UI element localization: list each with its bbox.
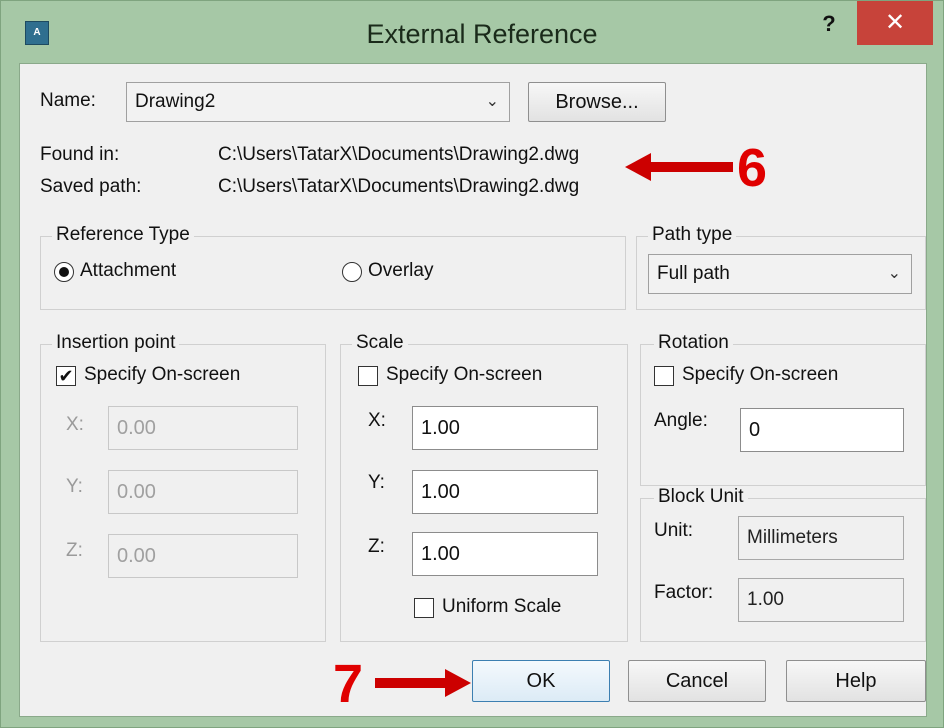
insertion-z-label: Z: xyxy=(66,540,83,561)
radio-selected-dot xyxy=(59,267,69,277)
ok-button[interactable]: OK xyxy=(472,660,610,702)
arrow-annotation-6 xyxy=(625,153,733,181)
attachment-radio[interactable] xyxy=(54,262,74,282)
scale-specify-label[interactable]: Specify On-screen xyxy=(386,364,542,386)
overlay-label[interactable]: Overlay xyxy=(368,260,433,282)
scale-specify-checkbox[interactable] xyxy=(358,366,378,386)
name-dropdown-value: Drawing2 xyxy=(135,91,216,112)
chevron-down-icon: ⌄ xyxy=(887,265,901,282)
insertion-y-input[interactable]: 0.00 xyxy=(108,470,298,514)
path-type-dropdown[interactable]: Full path ⌄ xyxy=(648,254,912,294)
unit-value-field: Millimeters xyxy=(738,516,904,560)
insertion-y-label: Y: xyxy=(66,476,83,497)
insertion-x-input[interactable]: 0.00 xyxy=(108,406,298,450)
checkmark-icon: ✔ xyxy=(58,366,74,386)
step-7-annotation: 7 xyxy=(333,654,364,714)
arrow-right-icon xyxy=(375,669,471,697)
rotation-specify-checkbox[interactable] xyxy=(654,366,674,386)
scale-title: Scale xyxy=(352,332,408,354)
uniform-scale-checkbox[interactable] xyxy=(414,598,434,618)
cancel-button[interactable]: Cancel xyxy=(628,660,766,702)
arrow-annotation-7 xyxy=(375,669,471,697)
insertion-point-title: Insertion point xyxy=(52,332,180,354)
factor-value-field: 1.00 xyxy=(738,578,904,622)
reference-type-title: Reference Type xyxy=(52,224,194,246)
arrow-left-icon xyxy=(625,153,733,181)
found-in-path: C:\Users\TatarX\Documents\Drawing2.dwg xyxy=(218,144,580,165)
name-label: Name: xyxy=(40,90,96,111)
scale-z-input[interactable]: 1.00 xyxy=(412,532,598,576)
insertion-z-input[interactable]: 0.00 xyxy=(108,534,298,578)
found-in-label: Found in: xyxy=(40,144,120,165)
close-button[interactable]: ✕ xyxy=(857,1,933,45)
path-type-title: Path type xyxy=(648,224,737,246)
rotation-specify-label[interactable]: Specify On-screen xyxy=(682,364,838,386)
browse-button[interactable]: Browse... xyxy=(528,82,666,122)
title-bar[interactable]: A External Reference ? ✕ xyxy=(1,1,943,67)
angle-label: Angle: xyxy=(654,410,708,431)
overlay-radio[interactable] xyxy=(342,262,362,282)
insertion-x-label: X: xyxy=(66,414,84,435)
external-reference-dialog: A External Reference ? ✕ Name: Drawing2 … xyxy=(0,0,944,728)
saved-path-label: Saved path: xyxy=(40,176,142,197)
name-dropdown[interactable]: Drawing2 ⌄ xyxy=(126,82,510,122)
help-button[interactable]: Help xyxy=(786,660,926,702)
block-unit-title: Block Unit xyxy=(654,486,748,508)
angle-input[interactable]: 0 xyxy=(740,408,904,452)
uniform-scale-label[interactable]: Uniform Scale xyxy=(442,596,561,618)
insertion-specify-checkbox[interactable]: ✔ xyxy=(56,366,76,386)
rotation-title: Rotation xyxy=(654,332,733,354)
scale-z-label: Z: xyxy=(368,536,385,557)
unit-label: Unit: xyxy=(654,520,694,541)
dialog-title: External Reference xyxy=(366,19,598,49)
scale-y-input[interactable]: 1.00 xyxy=(412,470,598,514)
scale-x-input[interactable]: 1.00 xyxy=(412,406,598,450)
saved-path-value: C:\Users\TatarX\Documents\Drawing2.dwg xyxy=(218,176,580,197)
insertion-specify-label[interactable]: Specify On-screen xyxy=(84,364,240,386)
step-6-annotation: 6 xyxy=(737,138,768,198)
chevron-down-icon: ⌄ xyxy=(485,93,499,110)
attachment-label[interactable]: Attachment xyxy=(80,260,176,282)
scale-y-label: Y: xyxy=(368,472,385,493)
path-type-value: Full path xyxy=(657,263,730,284)
dialog-client-area: Name: Drawing2 ⌄ Browse... Found in: C:\… xyxy=(19,63,927,717)
help-question-button[interactable]: ? xyxy=(809,9,849,39)
factor-label: Factor: xyxy=(654,582,714,603)
scale-x-label: X: xyxy=(368,410,386,431)
